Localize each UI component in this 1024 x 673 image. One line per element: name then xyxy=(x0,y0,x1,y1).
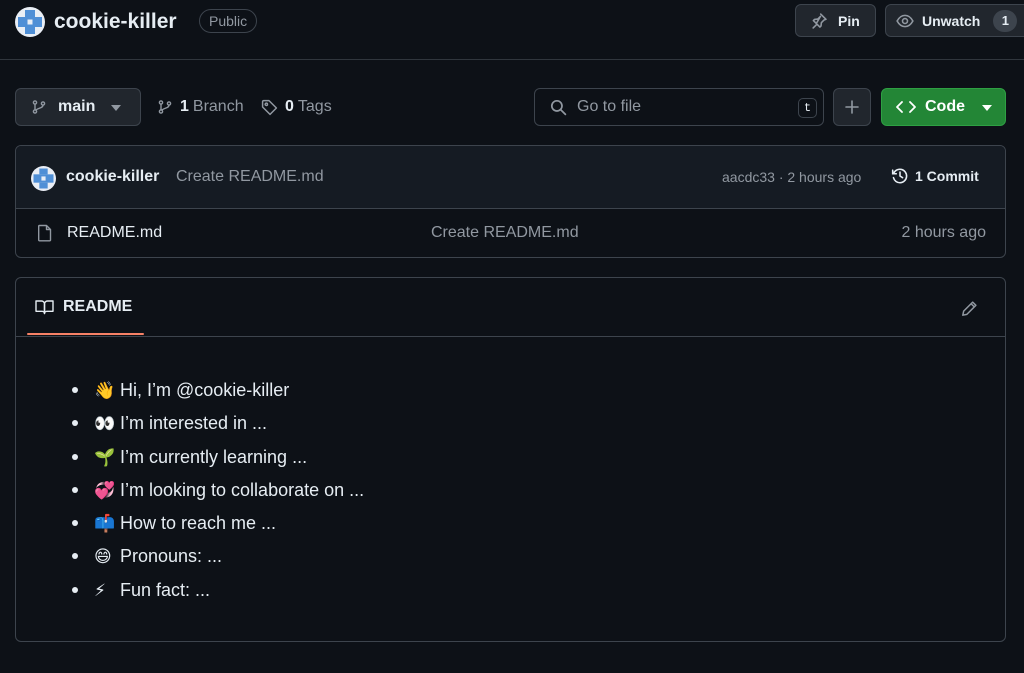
file-icon xyxy=(37,224,53,242)
commit-author[interactable]: cookie-killer xyxy=(66,168,159,186)
waving-hand-emoji: 👋 xyxy=(94,381,116,400)
active-tab-indicator xyxy=(27,333,144,335)
mailbox-emoji: 📫 xyxy=(94,514,116,534)
code-icon xyxy=(896,99,916,115)
history-icon xyxy=(891,167,909,185)
list-item: 📫 How to reach me ... xyxy=(72,508,364,541)
seedling-emoji: 🌱 xyxy=(94,447,116,467)
add-file-button[interactable] xyxy=(833,88,871,126)
go-to-file-input[interactable] xyxy=(577,98,777,116)
plus-icon xyxy=(844,99,860,115)
tag-count: 0 xyxy=(285,98,294,115)
commit-hash-and-time[interactable]: aacdc33 · 2 hours ago xyxy=(722,169,861,185)
tag-word: Tags xyxy=(297,98,332,115)
list-item-text: I’m looking to collaborate on ... xyxy=(120,479,365,500)
file-commit-age: 2 hours ago xyxy=(901,224,986,241)
watch-label: Unwatch xyxy=(922,12,981,29)
tag-icon xyxy=(261,99,278,116)
commits-history-link[interactable]: 1 Commit xyxy=(891,167,979,185)
eyes-emoji: 👀 xyxy=(94,414,116,434)
pin-label: Pin xyxy=(838,12,860,29)
file-listing: cookie-killer Create README.md aacdc33 ·… xyxy=(15,145,1006,258)
tags-link[interactable]: 0 Tags xyxy=(261,96,332,118)
readme-panel: README 👋 Hi, I’m @cookie-killer 👀 I’m inte… xyxy=(15,277,1006,642)
visibility-badge: Public xyxy=(199,9,258,33)
edit-readme-button[interactable] xyxy=(957,296,981,320)
tab-readme[interactable]: README xyxy=(27,278,144,336)
list-item: 👀 I’m interested in ... xyxy=(72,408,364,441)
eye-icon xyxy=(896,12,914,30)
git-branch-icon xyxy=(31,99,47,115)
table-row[interactable]: README.md Create README.md 2 hours ago xyxy=(16,209,1005,257)
git-branch-icon xyxy=(157,99,173,115)
list-item-text: I’m currently learning ... xyxy=(120,446,308,467)
pencil-icon xyxy=(961,300,978,317)
code-button[interactable]: Code xyxy=(881,88,1006,126)
branch-count: 1 xyxy=(180,98,189,115)
list-item: 💞️ I’m looking to collaborate on ... xyxy=(72,475,364,508)
pin-button[interactable]: Pin xyxy=(795,4,876,37)
search-icon xyxy=(550,99,567,116)
readme-list: 👋 Hi, I’m @cookie-killer 👀 I’m interested … xyxy=(72,375,364,608)
watch-count-badge: 1 xyxy=(993,9,1018,32)
list-item-text: Hi, I’m @cookie-killer xyxy=(120,380,290,400)
list-item: 😄 Pronouns: ... xyxy=(72,541,364,574)
repo-owner-avatar[interactable] xyxy=(15,7,45,37)
list-item: 🌱 I’m currently learning ... xyxy=(72,442,364,475)
list-item-text: Fun fact: ... xyxy=(120,579,211,600)
lightning-emoji: ⚡ xyxy=(94,580,106,600)
commit-message[interactable]: Create README.md xyxy=(176,168,324,186)
pin-icon xyxy=(810,12,828,30)
list-item-text: Pronouns: ... xyxy=(120,546,223,567)
list-item: 👋 Hi, I’m @cookie-killer xyxy=(72,375,364,408)
watch-button[interactable]: Unwatch 1 xyxy=(885,4,1024,37)
commit-author-avatar[interactable] xyxy=(31,166,56,191)
file-commit-message[interactable]: Create README.md xyxy=(431,224,579,242)
latest-commit-row: cookie-killer Create README.md aacdc33 ·… xyxy=(16,146,1005,209)
commits-count: 1 Commit xyxy=(915,168,979,184)
code-label: Code xyxy=(925,98,965,115)
repo-header: cookie-killer Public Pin Unwatch 1 xyxy=(0,0,1024,60)
chevron-down-icon xyxy=(111,105,121,111)
branch-selector-button[interactable]: main xyxy=(15,88,141,126)
smile-emoji: 😄 xyxy=(94,547,112,567)
go-to-file-field[interactable]: t xyxy=(534,88,824,126)
readme-header: README xyxy=(16,278,1005,337)
branches-link[interactable]: 1 Branch xyxy=(157,96,244,118)
chevron-down-icon xyxy=(982,105,992,111)
list-item: ⚡ Fun fact: ... xyxy=(72,575,364,608)
list-item-text: I’m interested in ... xyxy=(120,413,268,434)
branch-word: Branch xyxy=(192,98,244,115)
repo-name[interactable]: cookie-killer xyxy=(54,8,177,36)
branch-name: main xyxy=(58,98,96,115)
shortcut-key-hint: t xyxy=(798,98,817,118)
list-item-text: How to reach me ... xyxy=(120,513,277,534)
book-icon xyxy=(35,299,54,315)
readme-tab-label: README xyxy=(63,298,133,315)
file-name[interactable]: README.md xyxy=(67,224,162,242)
hearts-emoji: 💞️ xyxy=(94,480,116,500)
